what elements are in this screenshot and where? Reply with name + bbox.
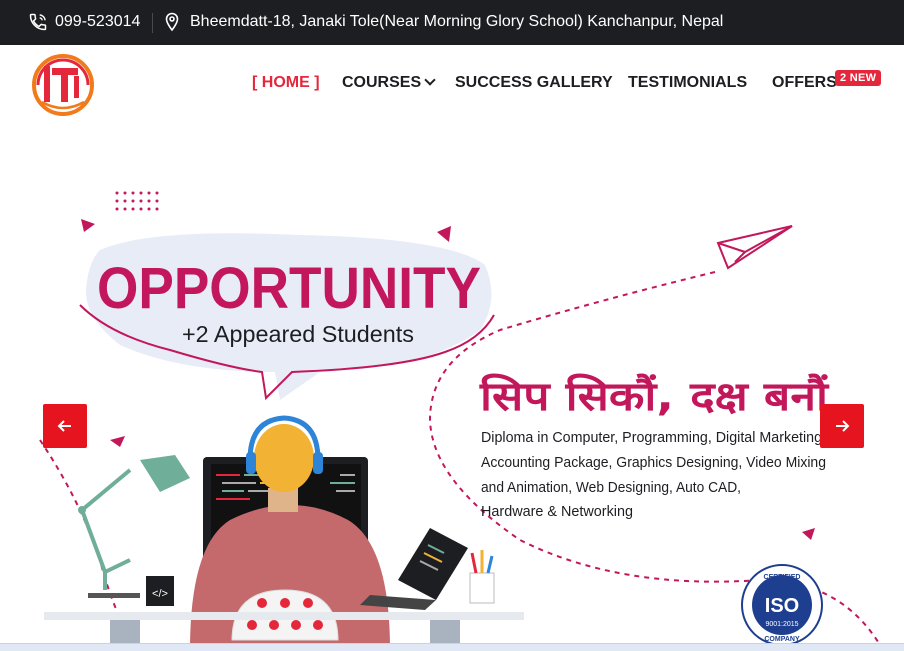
courses-line-4: Hardware & Networking	[481, 503, 633, 520]
phone-number[interactable]: 099-523014	[55, 13, 140, 31]
phone-icon	[29, 13, 47, 31]
courses-line-2: Accounting Package, Graphics Designing, …	[481, 454, 826, 471]
iso-certification-badge: CERTIFIED ISO 9001:2015 COMPANY	[741, 564, 823, 646]
nav-success-gallery[interactable]: SUCCESS GALLERY	[455, 74, 613, 92]
deco-triangle	[81, 219, 95, 232]
address-text: Bheemdatt-18, Janaki Tole(Near Morning G…	[190, 13, 724, 30]
courses-line-3: and Animation, Web Designing, Auto CAD,	[481, 479, 741, 496]
arrow-left-icon	[57, 420, 71, 432]
nepali-tagline: सिप सिकौं, दक्ष बनौं	[479, 373, 830, 420]
chevron-down-icon	[424, 74, 436, 86]
location-pin-icon	[165, 12, 179, 32]
institute-logo[interactable]	[30, 52, 96, 118]
desk	[44, 612, 524, 620]
code-tag: </>	[152, 588, 168, 600]
arrow-right-icon	[836, 420, 850, 432]
nav-courses-label: COURSES	[342, 74, 422, 91]
svg-text:COMPANY: COMPANY	[764, 636, 800, 643]
nav-courses[interactable]: COURSES	[342, 74, 436, 92]
deco-triangle	[110, 436, 125, 447]
hero-banner: OPPORTUNITY +2 Appeared Students सिप सिक…	[39, 191, 881, 650]
nav-offers[interactable]: OFFERS	[772, 74, 837, 92]
dot-grid	[115, 191, 159, 211]
svg-text:CERTIFIED: CERTIFIED	[764, 574, 801, 581]
deco-triangle	[437, 226, 451, 242]
hero-headline: OPPORTUNITY	[97, 256, 481, 321]
svg-text:ISO: ISO	[765, 595, 799, 617]
carousel-next-button[interactable]	[820, 404, 864, 448]
pencil-cup	[469, 550, 495, 604]
nav-home[interactable]: [ HOME ]	[252, 74, 320, 92]
courses-line-1: Diploma in Computer, Programming, Digita…	[481, 429, 826, 446]
carousel-prev-button[interactable]	[43, 404, 87, 448]
svg-text:9001:2015: 9001:2015	[765, 621, 798, 628]
header	[0, 45, 904, 123]
nav-testimonials[interactable]: TESTIMONIALS	[628, 74, 747, 92]
new-badge: 2 NEW	[835, 70, 882, 86]
top-bar: 099-523014 Bheemdatt-18, Janaki Tole(Nea…	[0, 0, 904, 45]
dashed-left-path	[39, 439, 131, 641]
deco-triangle	[802, 528, 815, 540]
paper-plane-icon	[716, 225, 793, 270]
divider	[152, 13, 153, 33]
hero-subheadline: +2 Appeared Students	[182, 321, 414, 347]
